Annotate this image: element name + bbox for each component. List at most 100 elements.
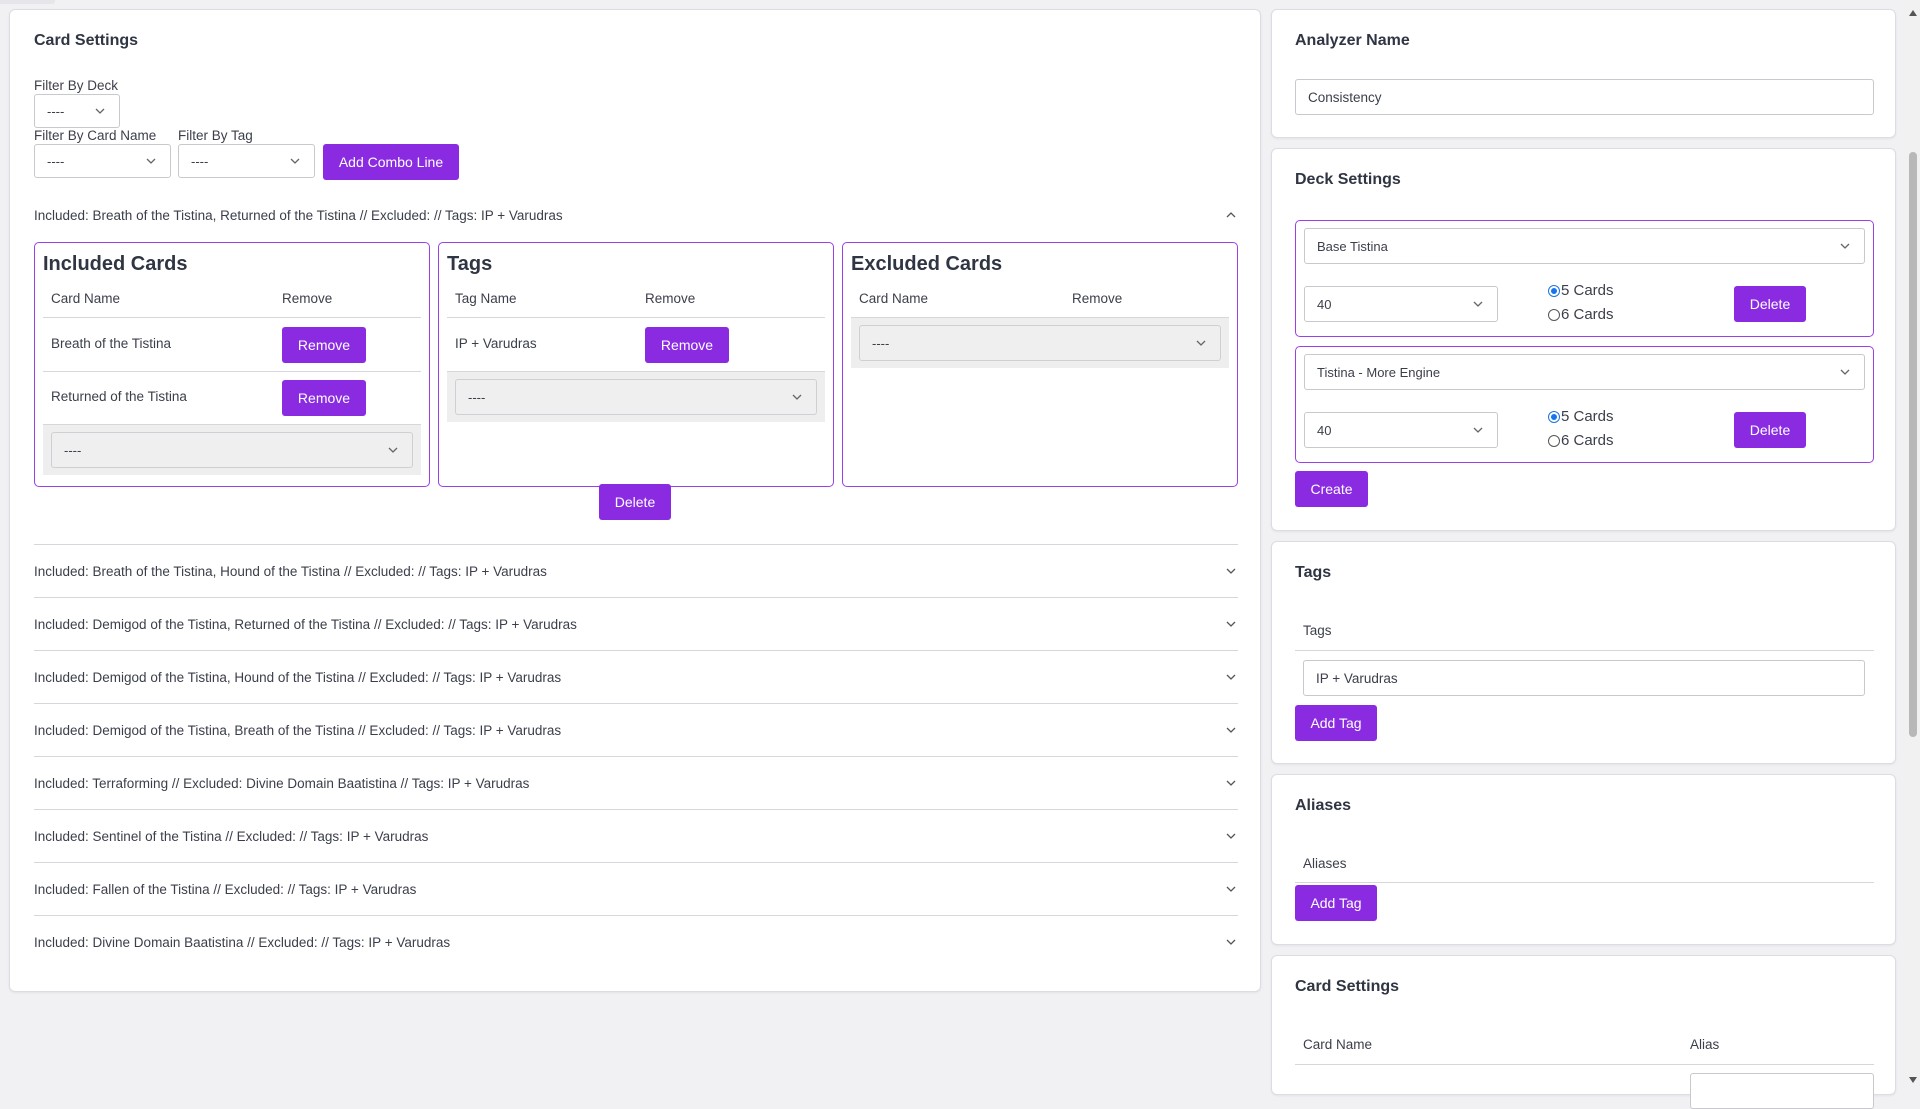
chevron-up-icon[interactable]	[1224, 208, 1238, 222]
alias-input[interactable]	[1690, 1073, 1874, 1109]
add-tag-button[interactable]: Add Tag	[1295, 705, 1377, 741]
filter-tag-select[interactable]: ----	[178, 144, 315, 178]
combo-line-summary: Included: Fallen of the Tistina // Exclu…	[34, 881, 417, 897]
remove-header: Remove	[645, 291, 696, 306]
combo-line-row[interactable]: Included: Breath of the Tistina, Hound o…	[34, 544, 1238, 597]
combo-line-summary: Included: Breath of the Tistina, Returne…	[34, 207, 563, 223]
combo-line-row[interactable]: Included: Demigod of the Tistina, Return…	[34, 597, 1238, 650]
remove-tag-button[interactable]: Remove	[645, 327, 729, 363]
filter-deck-label: Filter By Deck	[34, 78, 119, 93]
scrollbar-thumb[interactable]	[1909, 152, 1917, 737]
remove-header: Remove	[282, 291, 333, 306]
add-included-card-select[interactable]: ----	[51, 432, 413, 468]
deck-select[interactable]: Base Tistina	[1304, 228, 1865, 264]
tags-column-header: Tags	[1303, 623, 1332, 638]
chevron-down-icon	[1471, 423, 1485, 437]
deck-entry: Base Tistina 40 5 Cards 6 Cards Delete	[1295, 220, 1874, 337]
divider	[1295, 1064, 1874, 1065]
card-name-column-header: Card Name	[1303, 1037, 1373, 1052]
hand-size-label: 5 Cards	[1561, 408, 1614, 425]
combo-line-header-expanded[interactable]: Included: Breath of the Tistina, Returne…	[34, 196, 1238, 234]
panel-title: Card Settings	[34, 32, 139, 49]
chevron-down-icon[interactable]	[1224, 935, 1238, 949]
filter-card-value: ----	[47, 153, 65, 169]
combo-line-row[interactable]: Included: Demigod of the Tistina, Hound …	[34, 650, 1238, 703]
combo-line-summary: Included: Divine Domain Baatistina // Ex…	[34, 934, 451, 950]
excluded-cards-panel: Excluded Cards Card Name Remove ----	[842, 242, 1238, 487]
scroll-up-arrow-icon[interactable]	[1909, 3, 1917, 21]
remove-included-card-button[interactable]: Remove	[282, 327, 366, 363]
create-deck-button[interactable]: Create	[1295, 471, 1368, 507]
deck-size: 40	[1317, 422, 1332, 438]
add-excluded-card-select[interactable]: ----	[859, 325, 1221, 361]
combo-line-row[interactable]: Included: Fallen of the Tistina // Exclu…	[34, 862, 1238, 915]
divider	[43, 317, 421, 318]
card-name-header: Card Name	[51, 291, 121, 306]
included-cards-panel: Included Cards Card Name Remove Breath o…	[34, 242, 430, 487]
add-alias-button[interactable]: Add Tag	[1295, 885, 1377, 921]
hand-size-6-option[interactable]: 6 Cards	[1548, 432, 1614, 449]
delete-deck-button[interactable]: Delete	[1734, 286, 1806, 322]
hand-size-5-option[interactable]: 5 Cards	[1548, 408, 1614, 425]
chevron-down-icon	[93, 104, 107, 118]
chevron-down-icon[interactable]	[1224, 776, 1238, 790]
combo-line-row[interactable]: Included: Divine Domain Baatistina // Ex…	[34, 915, 1238, 968]
chevron-down-icon[interactable]	[1224, 723, 1238, 737]
deck-size-select[interactable]: 40	[1304, 412, 1498, 448]
deck-size-select[interactable]: 40	[1304, 286, 1498, 322]
radio-selected-icon[interactable]	[1548, 410, 1560, 423]
chevron-down-icon	[386, 443, 400, 457]
tag-name-header: Tag Name	[455, 291, 517, 306]
chevron-down-icon[interactable]	[1224, 617, 1238, 631]
card-alias-settings-panel: Card Settings Card Name Alias	[1271, 955, 1896, 1109]
tags-panel: Tags Tags IP + Varudras Add Tag	[1271, 541, 1896, 764]
deck-select[interactable]: Tistina - More Engine	[1304, 354, 1865, 390]
select-value: ----	[872, 335, 890, 351]
scroll-down-arrow-icon[interactable]	[1909, 1070, 1917, 1088]
delete-deck-button[interactable]: Delete	[1734, 412, 1806, 448]
radio-unselected-icon[interactable]	[1548, 308, 1560, 321]
deck-name: Base Tistina	[1317, 238, 1388, 254]
filter-card-select[interactable]: ----	[34, 144, 171, 178]
card-settings-panel: Card Settings Filter By Deck ---- Filter…	[9, 9, 1261, 992]
add-combo-line-button[interactable]: Add Combo Line	[323, 144, 459, 180]
remove-included-card-button[interactable]: Remove	[282, 380, 366, 416]
filter-card-label: Filter By Card Name	[34, 128, 157, 143]
delete-combo-line-button[interactable]: Delete	[599, 484, 671, 520]
chevron-down-icon[interactable]	[1224, 670, 1238, 684]
combo-line-row[interactable]: Included: Demigod of the Tistina, Breath…	[34, 703, 1238, 756]
deck-entry: Tistina - More Engine 40 5 Cards 6 Cards…	[1295, 346, 1874, 463]
hand-size-label: 6 Cards	[1561, 432, 1614, 449]
radio-unselected-icon[interactable]	[1548, 434, 1560, 447]
included-card-name: Returned of the Tistina	[51, 389, 187, 404]
tag-name: IP + Varudras	[455, 336, 537, 351]
chevron-down-icon[interactable]	[1224, 829, 1238, 843]
aliases-column-header: Aliases	[1303, 856, 1347, 871]
hand-size-6-option[interactable]: 6 Cards	[1548, 306, 1614, 323]
divider	[1295, 650, 1874, 651]
filter-deck-value: ----	[47, 103, 65, 119]
chevron-down-icon[interactable]	[1224, 882, 1238, 896]
filter-deck-select[interactable]: ----	[34, 94, 120, 128]
chevron-down-icon	[1471, 297, 1485, 311]
analyzer-name-input[interactable]: Consistency	[1295, 79, 1874, 115]
chevron-down-icon[interactable]	[1224, 564, 1238, 578]
divider	[447, 317, 825, 318]
alias-column-header: Alias	[1690, 1037, 1720, 1052]
hand-size-5-option[interactable]: 5 Cards	[1548, 282, 1614, 299]
combo-line-summary: Included: Demigod of the Tistina, Return…	[34, 616, 577, 632]
remove-header: Remove	[1072, 291, 1123, 306]
tags-title: Tags	[447, 253, 493, 275]
page-scrollbar[interactable]	[1906, 0, 1920, 1083]
excluded-cards-title: Excluded Cards	[851, 253, 1003, 275]
hand-size-label: 6 Cards	[1561, 306, 1614, 323]
combo-line-row[interactable]: Included: Terraforming // Excluded: Divi…	[34, 756, 1238, 809]
combo-line-row[interactable]: Included: Sentinel of the Tistina // Exc…	[34, 809, 1238, 862]
analyzer-name-panel: Analyzer Name Consistency	[1271, 9, 1896, 138]
radio-selected-icon[interactable]	[1548, 284, 1560, 297]
hand-size-label: 5 Cards	[1561, 282, 1614, 299]
add-tag-select[interactable]: ----	[455, 379, 817, 415]
tag-input[interactable]: IP + Varudras	[1303, 660, 1865, 696]
included-cards-title: Included Cards	[43, 253, 188, 275]
chevron-down-icon	[288, 154, 302, 168]
